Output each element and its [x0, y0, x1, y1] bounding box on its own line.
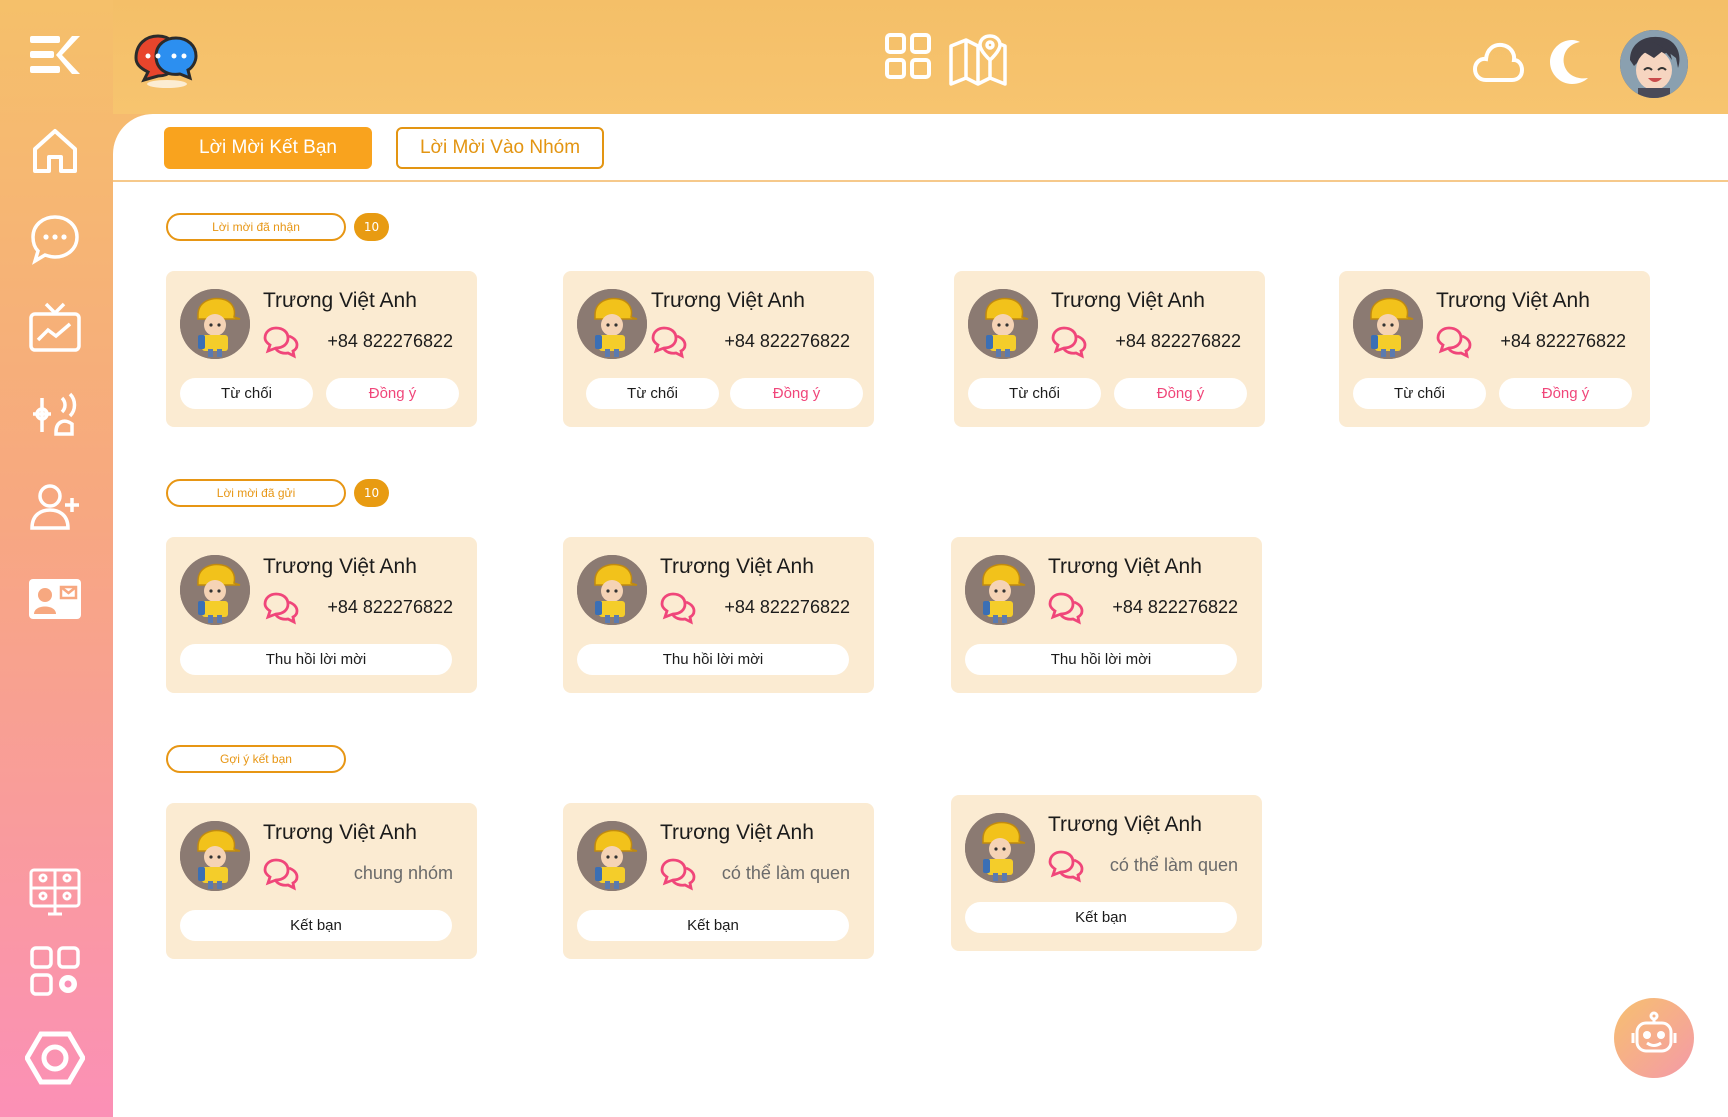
chat-icon[interactable]	[28, 212, 82, 266]
phone-number: +84 822276822	[724, 597, 850, 617]
sidebar	[0, 0, 113, 1117]
app-logo	[130, 30, 200, 92]
reject-button[interactable]: Từ chối	[586, 378, 719, 409]
tv-icon[interactable]	[28, 300, 82, 354]
reject-button[interactable]: Từ chối	[1353, 378, 1486, 409]
contact-name: Trương Việt Anh	[1048, 555, 1202, 578]
avatar	[577, 289, 647, 359]
moon-icon[interactable]	[1548, 38, 1596, 90]
add-user-icon[interactable]	[28, 480, 82, 534]
suggest-reason: có thể làm quen	[1109, 855, 1238, 875]
tab-group-invites[interactable]: Lời Mời Vào Nhóm	[396, 127, 604, 169]
avatar	[1353, 289, 1423, 359]
music-icon[interactable]	[28, 388, 82, 442]
contact-name: Trương Việt Anh	[1436, 289, 1590, 312]
chat-icon[interactable]	[1048, 849, 1084, 883]
friend-card: Trương Việt Anh +84 822276822 Thu hồi lời …	[563, 537, 874, 693]
suggest-reason: có thể làm quen	[721, 863, 850, 883]
chat-icon[interactable]	[651, 325, 687, 359]
contact-card-icon[interactable]	[28, 572, 82, 626]
friend-card: Trương Việt Anh +84 822276822 Từ chối Đồng …	[954, 271, 1265, 427]
chatbot-button[interactable]	[1614, 998, 1694, 1078]
section-sent-label: Lời mời đã gửi	[166, 479, 346, 507]
friend-card: Trương Việt Anh +84 822276822 Thu hồi lời …	[951, 537, 1262, 693]
cloud-icon[interactable]	[1472, 36, 1525, 92]
home-icon[interactable]	[28, 124, 82, 178]
grid-icon[interactable]	[884, 32, 932, 92]
accept-button[interactable]: Đồng ý	[1114, 378, 1247, 409]
chat-icon[interactable]	[1051, 325, 1087, 359]
accept-button[interactable]: Đồng ý	[1499, 378, 1632, 409]
chat-icon[interactable]	[660, 857, 696, 891]
friend-card: Trương Việt Anh +84 822276822 Từ chối Đồng …	[1339, 271, 1650, 427]
avatar	[180, 289, 250, 359]
accept-button[interactable]: Đồng ý	[326, 378, 459, 409]
contact-name: Trương Việt Anh	[263, 555, 417, 578]
tab-friend-requests[interactable]: Lời Mời Kết Bạn	[164, 127, 372, 169]
chat-icon[interactable]	[263, 857, 299, 891]
phone-number: +84 822276822	[327, 331, 453, 351]
phone-number: +84 822276822	[1115, 331, 1241, 351]
avatar	[965, 555, 1035, 625]
tab-bar: Lời Mời Kết Bạn Lời Mời Vào Nhóm	[113, 114, 1728, 182]
apps-settings-icon[interactable]	[28, 944, 82, 998]
video-grid-icon[interactable]	[28, 866, 82, 920]
friend-card: Trương Việt Anh chung nhóm Kết bạn	[166, 803, 477, 959]
avatar	[965, 813, 1035, 883]
contact-name: Trương Việt Anh	[660, 821, 814, 844]
contact-name: Trương Việt Anh	[263, 821, 417, 844]
map-icon[interactable]	[948, 32, 1008, 92]
friend-card: Trương Việt Anh +84 822276822 Từ chối Đồng …	[166, 271, 477, 427]
chat-icon[interactable]	[263, 591, 299, 625]
accept-button[interactable]: Đồng ý	[730, 378, 863, 409]
revoke-invite-button[interactable]: Thu hồi lời mời	[577, 644, 849, 675]
chat-icon[interactable]	[1048, 591, 1084, 625]
section-suggest-label: Gợi ý kết bạn	[166, 745, 346, 773]
chat-icon[interactable]	[1436, 325, 1472, 359]
chat-icon[interactable]	[660, 591, 696, 625]
revoke-invite-button[interactable]: Thu hồi lời mời	[965, 644, 1237, 675]
add-friend-button[interactable]: Kết bạn	[577, 910, 849, 941]
friend-card: Trương Việt Anh có thể làm quen Kết bạn	[951, 795, 1262, 951]
friend-card: Trương Việt Anh +84 822276822 Thu hồi lời …	[166, 537, 477, 693]
reject-button[interactable]: Từ chối	[180, 378, 313, 409]
suggest-reason: chung nhóm	[353, 863, 453, 883]
avatar	[180, 821, 250, 891]
avatar	[180, 555, 250, 625]
chat-icon[interactable]	[263, 325, 299, 359]
friend-card: Trương Việt Anh +84 822276822 Từ chối Đồng …	[563, 271, 874, 427]
received-count-badge: 10	[354, 213, 389, 241]
avatar	[968, 289, 1038, 359]
add-friend-button[interactable]: Kết bạn	[965, 902, 1237, 933]
add-friend-button[interactable]: Kết bạn	[180, 910, 452, 941]
phone-number: +84 822276822	[724, 331, 850, 351]
avatar	[577, 555, 647, 625]
revoke-invite-button[interactable]: Thu hồi lời mời	[180, 644, 452, 675]
robot-icon	[1629, 1011, 1679, 1065]
phone-number: +84 822276822	[327, 597, 453, 617]
menu-collapse-icon[interactable]	[28, 28, 82, 82]
main-panel: Lời Mời Kết Bạn Lời Mời Vào Nhóm Lời mời…	[113, 114, 1728, 1117]
hexagon-settings-icon[interactable]	[24, 1030, 86, 1086]
phone-number: +84 822276822	[1112, 597, 1238, 617]
contact-name: Trương Việt Anh	[263, 289, 417, 312]
section-received-label: Lời mời đã nhận	[166, 213, 346, 241]
contact-name: Trương Việt Anh	[651, 289, 805, 312]
contact-name: Trương Việt Anh	[660, 555, 814, 578]
avatar	[577, 821, 647, 891]
reject-button[interactable]: Từ chối	[968, 378, 1101, 409]
user-avatar[interactable]	[1620, 30, 1688, 98]
contact-name: Trương Việt Anh	[1048, 813, 1202, 836]
contact-name: Trương Việt Anh	[1051, 289, 1205, 312]
phone-number: +84 822276822	[1500, 331, 1626, 351]
sent-count-badge: 10	[354, 479, 389, 507]
friend-card: Trương Việt Anh có thể làm quen Kết bạn	[563, 803, 874, 959]
